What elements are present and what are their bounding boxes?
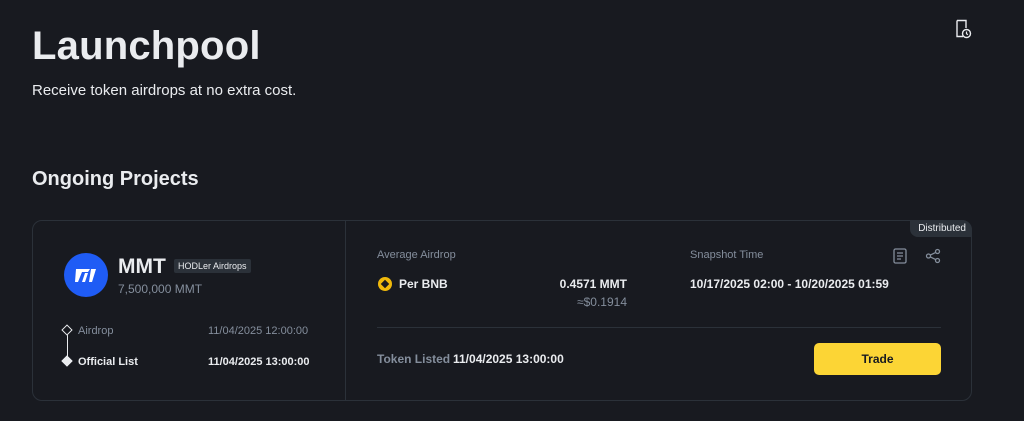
mmt-logo-icon (64, 253, 108, 297)
card-divider-vertical (345, 221, 346, 400)
timeline-label-official-list: Official List (78, 356, 138, 368)
mmt-logo-mark (75, 269, 96, 282)
timeline-dot-airdrop (61, 324, 73, 336)
page-title: Launchpool (32, 24, 261, 68)
share-icon[interactable] (925, 248, 941, 264)
token-name: MMT (118, 255, 166, 278)
page-subtitle: Receive token airdrops at no extra cost. (32, 82, 297, 99)
per-bnb-label: Per BNB (399, 277, 448, 291)
token-listed-value: 11/04/2025 13:00:00 (453, 352, 564, 366)
timeline-time-official-list: 11/04/2025 13:00:00 (208, 356, 310, 368)
snapshot-time-range: 10/17/2025 02:00 - 10/20/2025 01:59 (690, 277, 889, 291)
document-icon[interactable] (893, 248, 907, 264)
bnb-coin-icon (378, 277, 392, 291)
trade-button[interactable]: Trade (814, 343, 941, 375)
history-document-icon[interactable] (954, 19, 972, 39)
token-listed-label: Token Listed (377, 352, 451, 366)
average-airdrop-label: Average Airdrop (377, 249, 456, 261)
snapshot-time-label: Snapshot Time (690, 249, 764, 261)
timeline-dot-official-list (61, 355, 73, 367)
hodler-airdrops-tag: HODLer Airdrops (174, 259, 251, 273)
timeline-label-airdrop: Airdrop (78, 325, 114, 337)
airdrop-usd-value: ≈$0.1914 (577, 295, 627, 309)
section-title: Ongoing Projects (32, 168, 199, 190)
project-card: Distributed MMT HODLer Airdrops 7,500,00… (32, 220, 972, 401)
status-badge: Distributed (910, 220, 972, 237)
timeline-time-airdrop: 11/04/2025 12:00:00 (208, 325, 309, 337)
token-supply: 7,500,000 MMT (118, 282, 203, 296)
airdrop-amount: 0.4571 MMT (559, 277, 627, 291)
card-divider-horizontal (377, 327, 941, 328)
